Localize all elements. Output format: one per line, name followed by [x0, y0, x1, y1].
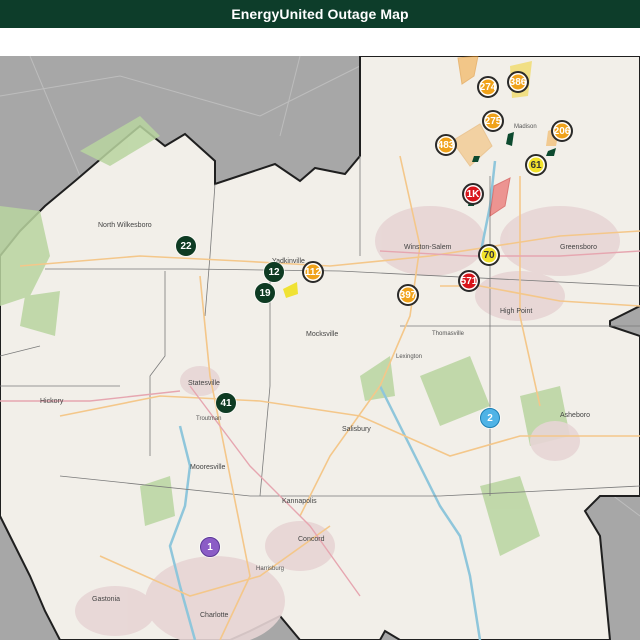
outage-cluster-marker[interactable]: 274 [477, 76, 499, 98]
place-label: Mooresville [190, 464, 226, 471]
place-label: Hickory [40, 398, 64, 405]
place-label: Asheboro [560, 412, 590, 419]
outage-cluster-marker[interactable]: 483 [435, 134, 457, 156]
place-label: Lexington [396, 354, 423, 360]
place-label: Statesville [188, 380, 220, 387]
place-label: Gastonia [92, 596, 121, 603]
outage-cluster-marker[interactable]: 275 [482, 110, 504, 132]
place-label: Harrisburg [256, 566, 285, 572]
place-label: Madison [514, 124, 537, 130]
outage-count: 1 [207, 541, 213, 553]
place-label: Concord [298, 536, 325, 543]
outage-map[interactable]: North Wilkesboro Yadkinville Winston-Sal… [0, 56, 640, 640]
place-label: Mocksville [306, 331, 339, 338]
place-label: High Point [500, 308, 533, 315]
outage-count: 571 [460, 275, 478, 287]
outage-count: 1K [466, 188, 480, 200]
outage-count: 12 [268, 266, 280, 278]
outage-cluster-marker[interactable]: 386 [507, 71, 529, 93]
outage-cluster-marker[interactable]: 571 [458, 270, 480, 292]
place-label: Charlotte [200, 612, 229, 619]
outage-count: 274 [479, 81, 497, 93]
outage-count: 397 [399, 289, 417, 301]
outage-cluster-marker[interactable]: 112 [302, 261, 324, 283]
outage-count: 206 [553, 125, 571, 137]
outage-count: 112 [304, 266, 322, 278]
outage-count: 483 [437, 139, 455, 151]
outage-count: 22 [180, 240, 192, 252]
outage-cluster-marker[interactable]: 41 [216, 393, 236, 413]
outage-count: 386 [509, 76, 527, 88]
outage-cluster-marker[interactable]: 1K [462, 183, 484, 205]
toolbar-strip [0, 28, 640, 57]
outage-count: 61 [530, 159, 542, 171]
outage-cluster-marker[interactable]: 61 [525, 154, 547, 176]
outage-cluster-marker[interactable]: 22 [176, 236, 196, 256]
basemap [0, 56, 640, 640]
place-label: Troutman [196, 416, 222, 422]
outage-cluster-marker[interactable]: 1 [200, 537, 220, 557]
place-label: Winston-Salem [404, 244, 452, 251]
place-label: North Wilkesboro [98, 222, 152, 229]
outage-cluster-marker[interactable]: 12 [264, 262, 284, 282]
place-label: Salisbury [342, 426, 371, 433]
place-label: Greensboro [560, 244, 597, 251]
outage-count: 19 [259, 287, 271, 299]
outage-count: 275 [484, 115, 502, 127]
place-label: Thomasville [432, 331, 465, 337]
outage-cluster-marker[interactable]: 397 [397, 284, 419, 306]
page-title: EnergyUnited Outage Map [231, 6, 409, 22]
place-label: Kannapolis [282, 498, 317, 505]
outage-count: 41 [220, 397, 232, 409]
outage-count: 70 [483, 249, 495, 261]
outage-cluster-marker[interactable]: 206 [551, 120, 573, 142]
outage-cluster-marker[interactable]: 19 [255, 283, 275, 303]
outage-cluster-marker[interactable]: 70 [478, 244, 500, 266]
app-header: EnergyUnited Outage Map [0, 0, 640, 28]
outage-cluster-marker[interactable]: 2 [480, 408, 500, 428]
outage-count: 2 [487, 412, 493, 424]
